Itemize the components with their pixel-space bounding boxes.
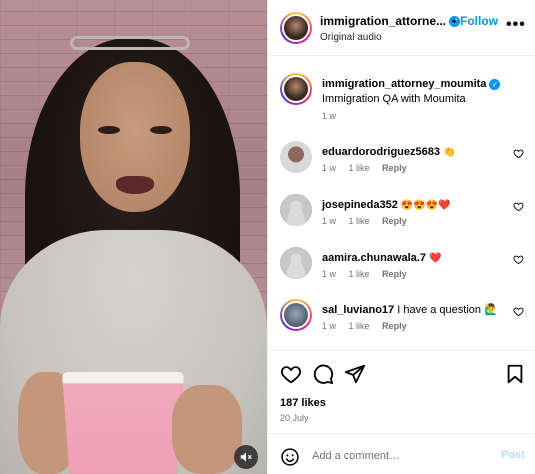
audio-link[interactable]: Original audio [320, 32, 382, 43]
post-header: immigration_attorne... ✓ • Follow Origin… [268, 0, 535, 56]
caption-time[interactable]: 1 w [322, 111, 336, 121]
reel-video[interactable] [0, 0, 267, 474]
commenter-avatar[interactable] [280, 141, 312, 173]
commenter-avatar[interactable] [280, 247, 312, 279]
like-comment-heart-icon[interactable] [513, 148, 524, 159]
separator-dot: • [452, 14, 457, 28]
comment-username[interactable]: sal_luviano17 [322, 304, 394, 316]
follow-button[interactable]: Follow [460, 14, 498, 28]
comment-likes[interactable]: 1 like [349, 163, 370, 173]
author-avatar[interactable] [280, 73, 312, 105]
comment-time[interactable]: 1 w [322, 216, 336, 226]
caption-text: Immigration QA with Moumita [322, 93, 466, 105]
comment-likes[interactable]: 1 like [349, 321, 370, 331]
share-send-icon[interactable] [344, 363, 366, 385]
comment-username[interactable]: aamira.chunawala.7 [322, 252, 426, 264]
comment-time[interactable]: 1 w [322, 321, 336, 331]
post-actions: 187 likes 20 July Post [268, 350, 535, 474]
mute-button[interactable] [234, 445, 258, 469]
eye-right [150, 126, 172, 134]
like-heart-icon[interactable] [280, 363, 302, 385]
save-bookmark-icon[interactable] [504, 363, 526, 385]
reply-button[interactable]: Reply [382, 163, 407, 173]
author-username[interactable]: immigration_attorne... [320, 14, 446, 28]
comment-text: ❤️ [429, 253, 442, 264]
hand-right [172, 385, 242, 474]
reply-button[interactable]: Reply [382, 321, 407, 331]
comment-text: 👏 [443, 147, 456, 158]
sunglasses-on-head [70, 36, 190, 50]
comments-list: immigration_attorney_moumita ✓ Immigrati… [268, 56, 535, 350]
commenter-avatar[interactable] [280, 194, 312, 226]
emoji-picker-icon[interactable] [280, 447, 300, 467]
verified-badge-icon: ✓ [489, 78, 501, 90]
comment-username[interactable]: josepineda352 [322, 199, 398, 211]
comment-time[interactable]: 1 w [322, 163, 336, 173]
pink-cup [62, 372, 184, 474]
comment-username[interactable]: eduardorodriguez5683 [322, 146, 440, 158]
reply-button[interactable]: Reply [382, 269, 407, 279]
mouth [116, 176, 154, 194]
comment-composer: Post [268, 433, 535, 474]
comment-time[interactable]: 1 w [322, 269, 336, 279]
like-comment-heart-icon[interactable] [513, 306, 524, 317]
like-comment-heart-icon[interactable] [513, 254, 524, 265]
comment-text: I have a question 🙋‍♂️ [397, 304, 498, 316]
comment-likes[interactable]: 1 like [349, 269, 370, 279]
like-comment-heart-icon[interactable] [513, 201, 524, 212]
post-detail-panel: immigration_attorne... ✓ • Follow Origin… [267, 0, 535, 474]
comment-likes[interactable]: 1 like [349, 216, 370, 226]
eye-left [98, 126, 120, 134]
speaker-muted-icon [240, 452, 252, 462]
post-date[interactable]: 20 July [280, 413, 309, 423]
likes-count[interactable]: 187 likes [280, 397, 326, 409]
post-comment-button[interactable]: Post [501, 449, 525, 461]
caption-username[interactable]: immigration_attorney_moumita [322, 78, 486, 90]
comment-text: 😍😍😍❤️ [400, 200, 451, 211]
comment-bubble-icon[interactable] [312, 363, 334, 385]
add-comment-input[interactable] [312, 447, 482, 465]
more-options-icon[interactable]: ••• [506, 17, 526, 33]
author-avatar[interactable] [280, 12, 312, 44]
reply-button[interactable]: Reply [382, 216, 407, 226]
commenter-avatar[interactable] [280, 299, 312, 331]
